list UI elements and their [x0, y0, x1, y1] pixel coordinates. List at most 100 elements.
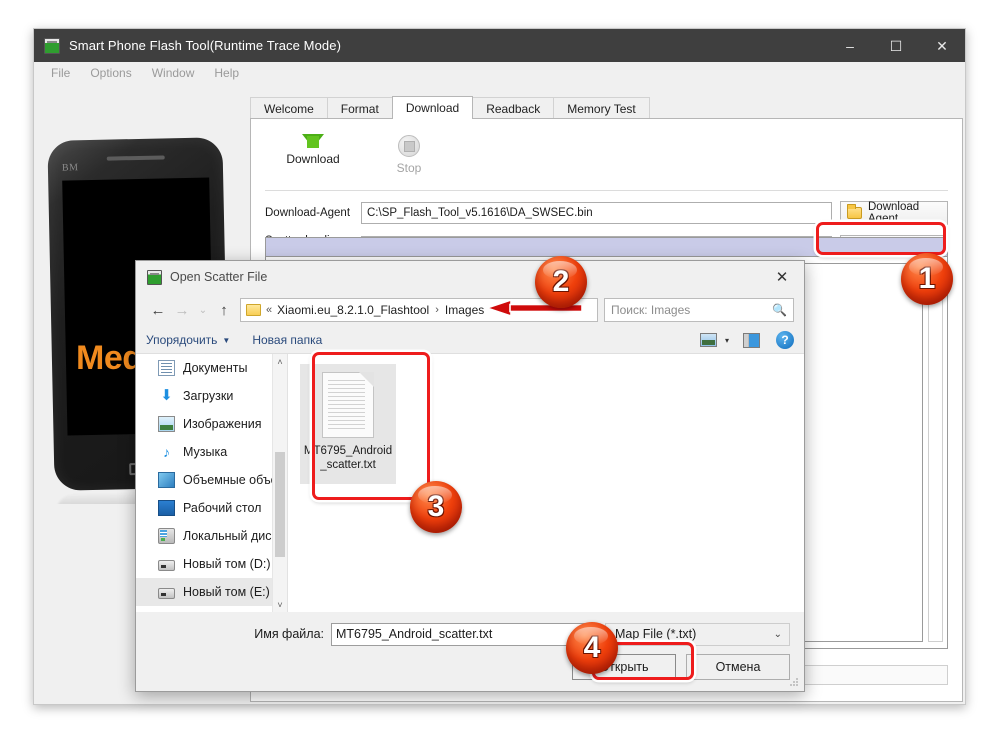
sidebar-item-local-disk[interactable]: Локальный диск — [136, 522, 287, 550]
wallpaper-word: Med — [76, 339, 143, 377]
step-badge-1: 1 — [901, 253, 953, 305]
file-list-item[interactable]: MT6795_Android_scatter.txt — [300, 364, 396, 484]
scatter-file-icon — [147, 269, 162, 285]
magnifier-icon[interactable]: 🔍 — [772, 303, 787, 317]
local-disk-icon — [158, 528, 175, 544]
download-agent-button[interactable]: Download Agent — [840, 201, 948, 225]
breadcrumb-overflow-icon[interactable]: « — [266, 304, 272, 316]
chevron-down-icon: ⌄ — [773, 628, 782, 640]
download-button-label: Download — [286, 152, 340, 166]
menu-item-help[interactable]: Help — [204, 64, 249, 82]
sidebar-item-label: Локальный диск — [183, 529, 277, 543]
search-input[interactable]: Поиск: Images 🔍 — [604, 298, 794, 322]
drive-icon — [158, 588, 175, 599]
forward-button[interactable]: → — [170, 298, 194, 322]
sidebar-item-3d-objects[interactable]: Объемные объек — [136, 466, 287, 494]
preview-pane-icon[interactable] — [743, 332, 760, 348]
download-agent-input[interactable]: C:\SP_Flash_Tool_v5.1616\DA_SWSEC.bin — [361, 202, 832, 224]
scrollbar-thumb[interactable] — [275, 452, 285, 557]
drive-icon — [158, 560, 175, 571]
pictures-icon — [158, 416, 175, 432]
help-icon[interactable]: ? — [776, 331, 794, 349]
scroll-down-icon[interactable]: ˅ — [273, 597, 287, 612]
document-lines — [328, 380, 365, 430]
sidebar-item-downloads[interactable]: ⬇ Загрузки — [136, 382, 287, 410]
file-name-field-label: Имя файла: — [254, 627, 324, 641]
download-button[interactable]: Download — [265, 129, 361, 166]
download-agent-row: Download-Agent C:\SP_Flash_Tool_v5.1616\… — [265, 201, 948, 225]
sidebar-item-label: Документы — [183, 361, 248, 375]
organize-button[interactable]: Упорядочить ▼ — [146, 333, 230, 347]
tab-welcome[interactable]: Welcome — [250, 97, 328, 119]
folder-icon — [847, 204, 862, 219]
stop-button-label: Stop — [396, 161, 422, 175]
organize-label: Упорядочить — [146, 333, 218, 347]
maximize-button[interactable]: ☐ — [873, 29, 919, 62]
music-icon: ♪ — [163, 444, 170, 460]
download-arrow-icon — [302, 134, 324, 148]
downloads-icon: ⬇ — [160, 387, 173, 404]
menu-bar: File Options Window Help — [34, 62, 965, 84]
scroll-up-icon[interactable]: ˄ — [273, 354, 287, 369]
recent-locations-button[interactable]: ⌄ — [194, 298, 212, 322]
dialog-command-bar: Упорядочить ▼ Новая папка ▾ ? — [136, 327, 804, 354]
partition-table-header — [266, 238, 947, 257]
sidebar-item-desktop[interactable]: Рабочий стол — [136, 494, 287, 522]
tab-strip: Welcome Format Download Readback Memory … — [250, 96, 963, 119]
sidebar-item-label: Загрузки — [183, 389, 234, 403]
resize-grip[interactable] — [789, 677, 800, 688]
cancel-button[interactable]: Отмена — [686, 654, 790, 680]
menu-item-options[interactable]: Options — [80, 64, 141, 82]
step-badge-4: 4 — [566, 622, 618, 674]
sidebar-item-documents[interactable]: Документы — [136, 354, 287, 382]
sidebar-item-label: Новый том (E:) — [183, 585, 270, 599]
sidebar-item-volume-d[interactable]: Новый том (D:) — [136, 550, 287, 578]
download-agent-button-label: Download Agent — [868, 201, 920, 225]
step-badge-2: 2 — [535, 256, 587, 308]
partition-table-scrollbar[interactable] — [928, 263, 943, 642]
file-type-select[interactable]: Map File (*.txt) ⌄ — [605, 622, 790, 646]
menu-item-file[interactable]: File — [41, 64, 80, 82]
dialog-close-button[interactable]: ✕ — [760, 261, 804, 293]
dialog-title-bar: Open Scatter File ✕ — [136, 261, 804, 293]
tab-download[interactable]: Download — [391, 96, 474, 119]
dialog-navigation-bar: ← → ⌄ ↑ « Xiaomi.eu_8.2.1.0_Flashtool › … — [136, 293, 804, 327]
breadcrumb-separator: › — [435, 304, 439, 316]
new-folder-button[interactable]: Новая папка — [252, 333, 322, 347]
sidebar-item-music[interactable]: ♪ Музыка — [136, 438, 287, 466]
title-bar: Smart Phone Flash Tool(Runtime Trace Mod… — [34, 29, 965, 62]
sidebar-item-pictures[interactable]: Изображения — [136, 410, 287, 438]
breadcrumb-segment-current[interactable]: Images — [445, 303, 484, 317]
stop-button[interactable]: Stop — [361, 129, 457, 175]
stop-circle-icon — [398, 135, 420, 157]
documents-icon — [158, 360, 175, 376]
tab-readback[interactable]: Readback — [472, 97, 555, 119]
phone-brand-label: BM — [61, 162, 79, 174]
menu-item-window[interactable]: Window — [142, 64, 205, 82]
sidebar-item-volume-e[interactable]: Новый том (E:) — [136, 578, 287, 606]
folder-icon — [246, 304, 261, 316]
navigation-pane-scrollbar[interactable]: ˄ ˅ — [272, 354, 287, 612]
up-button[interactable]: ↑ — [212, 298, 236, 322]
view-chevron-down-icon[interactable]: ▾ — [725, 336, 729, 345]
3d-objects-icon — [158, 472, 175, 488]
breadcrumb-segment-parent[interactable]: Xiaomi.eu_8.2.1.0_Flashtool — [277, 303, 429, 317]
file-name-label: MT6795_Android_scatter.txt — [303, 445, 393, 471]
phone-speaker — [106, 155, 165, 161]
tab-memory-test[interactable]: Memory Test — [553, 97, 650, 119]
step-badge-3: 3 — [410, 481, 462, 533]
window-controls: – ☐ ✕ — [827, 29, 965, 62]
desktop-icon — [158, 500, 175, 516]
back-button[interactable]: ← — [146, 298, 170, 322]
close-button[interactable]: ✕ — [919, 29, 965, 62]
view-layout-icon[interactable] — [699, 333, 717, 347]
sidebar-item-label: Рабочий стол — [183, 501, 262, 515]
file-list-pane[interactable]: MT6795_Android_scatter.txt — [288, 354, 804, 612]
file-name-input[interactable]: MT6795_Android_scatter.txt — [331, 622, 597, 646]
tab-format[interactable]: Format — [326, 97, 393, 119]
search-placeholder: Поиск: Images — [611, 303, 691, 317]
minimize-button[interactable]: – — [827, 29, 873, 62]
dialog-footer: Имя файла: MT6795_Android_scatter.txt Ma… — [136, 612, 804, 691]
window-title: Smart Phone Flash Tool(Runtime Trace Mod… — [69, 38, 342, 53]
sidebar-item-label: Объемные объек — [183, 473, 284, 487]
